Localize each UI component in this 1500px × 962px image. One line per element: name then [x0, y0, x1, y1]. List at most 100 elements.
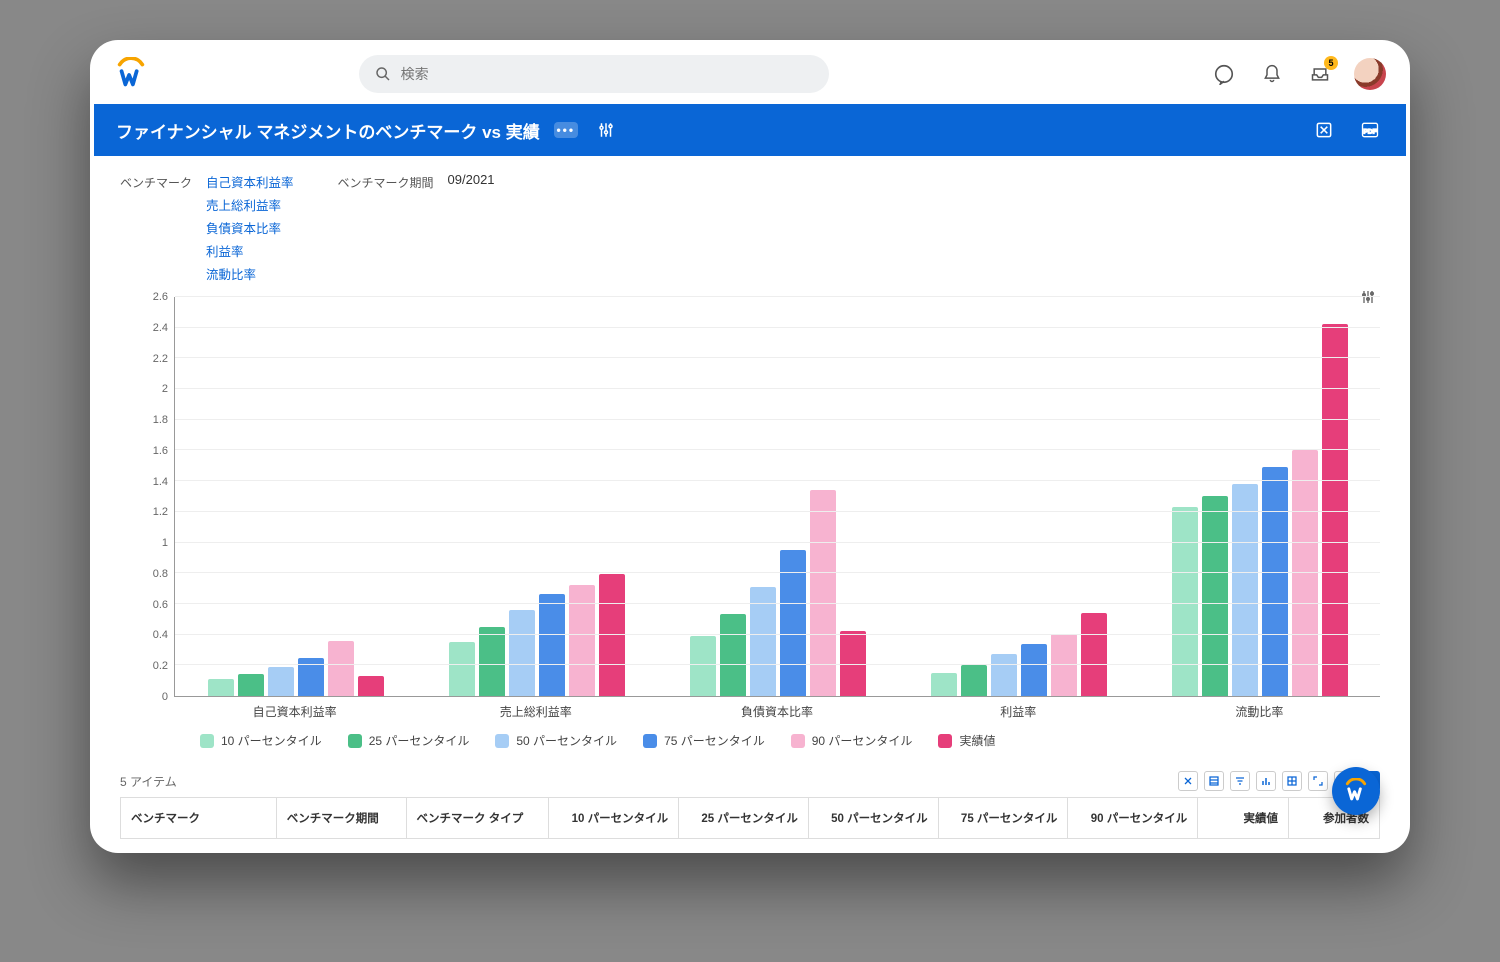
- legend-label: 75 パーセンタイル: [664, 732, 765, 749]
- chart-bar[interactable]: [1322, 324, 1348, 696]
- chat-icon[interactable]: [1210, 60, 1238, 88]
- report-prompts: ベンチマーク 自己資本利益率 売上総利益率 負債資本比率 利益率 流動比率 ベン…: [94, 156, 1406, 293]
- more-actions-button[interactable]: •••: [554, 122, 578, 138]
- legend-label: 90 パーセンタイル: [812, 732, 913, 749]
- workday-logo[interactable]: [114, 57, 148, 91]
- legend-item[interactable]: 50 パーセンタイル: [495, 732, 617, 749]
- legend-label: 実績値: [959, 732, 995, 749]
- table-filter-icon[interactable]: [1230, 771, 1250, 791]
- search-input[interactable]: [401, 66, 813, 82]
- x-tick-label: 流動比率: [1139, 697, 1380, 720]
- legend-item[interactable]: 25 パーセンタイル: [348, 732, 470, 749]
- x-tick-label: 利益率: [898, 697, 1139, 720]
- chart-bar[interactable]: [690, 636, 716, 696]
- legend-item[interactable]: 実績値: [938, 732, 995, 749]
- table-header[interactable]: 75 パーセンタイル: [938, 798, 1068, 839]
- table-chart-icon[interactable]: [1256, 771, 1276, 791]
- y-tick-label: 0.2: [153, 660, 168, 672]
- legend-item[interactable]: 10 パーセンタイル: [200, 732, 322, 749]
- y-tick-label: 0.6: [153, 599, 168, 611]
- chart-bar[interactable]: [509, 610, 535, 696]
- table-columns-icon[interactable]: [1204, 771, 1224, 791]
- data-table[interactable]: ベンチマーク ベンチマーク期間 ベンチマーク タイプ 10 パーセンタイル 25…: [120, 797, 1380, 839]
- chart-bar[interactable]: [569, 585, 595, 696]
- chart-bar[interactable]: [991, 654, 1017, 696]
- chart-bar[interactable]: [238, 674, 264, 696]
- table-header[interactable]: ベンチマーク期間: [276, 798, 406, 839]
- y-tick-label: 0.4: [153, 629, 168, 641]
- export-excel-icon[interactable]: [1310, 116, 1338, 144]
- chart-bar[interactable]: [328, 641, 354, 696]
- benchmark-link[interactable]: 売上総利益率: [206, 195, 294, 214]
- page-title: ファイナンシャル マネジメントのベンチマーク vs 実績: [116, 118, 540, 143]
- y-tick-label: 0.8: [153, 568, 168, 580]
- table-header[interactable]: ベンチマーク: [121, 798, 277, 839]
- chart-bar[interactable]: [268, 667, 294, 696]
- x-tick-label: 自己資本利益率: [174, 697, 415, 720]
- benchmark-link[interactable]: 自己資本利益率: [206, 172, 294, 191]
- titlebar: ファイナンシャル マネジメントのベンチマーク vs 実績 ••• PDF: [94, 104, 1406, 156]
- chart-bar[interactable]: [1172, 507, 1198, 696]
- svg-text:PDF: PDF: [1363, 128, 1376, 135]
- table-export-excel-icon[interactable]: [1178, 771, 1198, 791]
- adjust-icon[interactable]: [592, 116, 620, 144]
- chart-legend: 10 パーセンタイル 25 パーセンタイル 50 パーセンタイル 75 パーセンタイル…: [120, 720, 1380, 755]
- legend-swatch: [200, 734, 214, 748]
- legend-swatch: [348, 734, 362, 748]
- chart-bar[interactable]: [599, 574, 625, 696]
- y-tick-label: 2.2: [153, 353, 168, 365]
- table-header[interactable]: 90 パーセンタイル: [1068, 798, 1198, 839]
- chart-bar[interactable]: [961, 665, 987, 696]
- bell-icon[interactable]: [1258, 60, 1286, 88]
- chart-bar[interactable]: [479, 627, 505, 696]
- benchmark-link[interactable]: 利益率: [206, 241, 294, 260]
- chart-bar[interactable]: [931, 673, 957, 696]
- chart-bar[interactable]: [1262, 467, 1288, 696]
- chart-bar[interactable]: [298, 658, 324, 696]
- table-header[interactable]: 50 パーセンタイル: [808, 798, 938, 839]
- chart-bar[interactable]: [539, 594, 565, 696]
- y-tick-label: 1.6: [153, 445, 168, 457]
- table-header[interactable]: 25 パーセンタイル: [679, 798, 809, 839]
- export-pdf-icon[interactable]: PDF: [1356, 116, 1384, 144]
- table-meta: 5 アイテム: [94, 765, 1406, 797]
- y-tick-label: 1.4: [153, 476, 168, 488]
- table-header[interactable]: 10 パーセンタイル: [549, 798, 679, 839]
- y-tick-label: 2.4: [153, 322, 168, 334]
- benchmark-filter-label: ベンチマーク: [120, 172, 192, 191]
- search-box[interactable]: [359, 55, 829, 93]
- legend-swatch: [643, 734, 657, 748]
- item-count: 5 アイテム: [120, 773, 177, 790]
- legend-label: 50 パーセンタイル: [516, 732, 617, 749]
- tray-icon[interactable]: 5: [1306, 60, 1334, 88]
- help-fab[interactable]: [1332, 767, 1380, 815]
- chart-zone: 00.20.40.60.811.21.41.61.822.22.42.6 自己資…: [94, 293, 1406, 765]
- table-grid-icon[interactable]: [1282, 771, 1302, 791]
- chart-x-axis: 自己資本利益率売上総利益率負債資本比率利益率流動比率: [174, 697, 1380, 720]
- legend-item[interactable]: 75 パーセンタイル: [643, 732, 765, 749]
- benchmark-link[interactable]: 流動比率: [206, 264, 294, 283]
- legend-swatch: [791, 734, 805, 748]
- legend-label: 25 パーセンタイル: [369, 732, 470, 749]
- topbar: 5: [94, 44, 1406, 104]
- chart-bar[interactable]: [720, 614, 746, 696]
- chart-bar[interactable]: [358, 676, 384, 696]
- legend-swatch: [495, 734, 509, 748]
- table-header[interactable]: 実績値: [1198, 798, 1289, 839]
- y-tick-label: 1.2: [153, 506, 168, 518]
- chart-bar[interactable]: [1202, 496, 1228, 696]
- search-icon: [375, 66, 391, 82]
- table-expand-icon[interactable]: [1308, 771, 1328, 791]
- benchmark-link[interactable]: 負債資本比率: [206, 218, 294, 237]
- x-tick-label: 負債資本比率: [656, 697, 897, 720]
- chart-bar[interactable]: [449, 642, 475, 696]
- y-tick-label: 1: [162, 537, 168, 549]
- chart-bar[interactable]: [1081, 613, 1107, 696]
- tray-badge: 5: [1324, 56, 1338, 70]
- legend-item[interactable]: 90 パーセンタイル: [791, 732, 913, 749]
- table-header[interactable]: ベンチマーク タイプ: [406, 798, 549, 839]
- chart-bar[interactable]: [208, 679, 234, 696]
- period-filter-label: ベンチマーク期間: [338, 172, 434, 191]
- avatar[interactable]: [1354, 58, 1386, 90]
- chart-bar[interactable]: [1021, 644, 1047, 696]
